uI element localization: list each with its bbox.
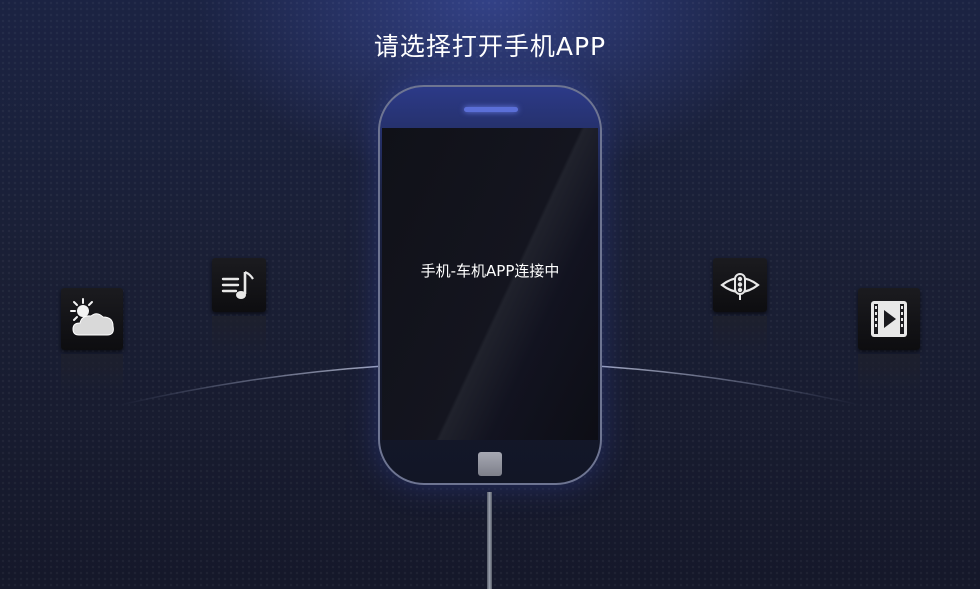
video-app-button[interactable] <box>858 288 920 350</box>
weather-icon <box>70 298 114 336</box>
phone-home-button <box>478 452 502 476</box>
navigation-app-button[interactable] <box>713 258 767 312</box>
phone-cable <box>487 492 492 589</box>
music-app-button[interactable] <box>212 258 266 312</box>
weather-app-reflection <box>61 354 123 394</box>
navigation-app-reflection <box>713 316 767 356</box>
video-play-icon <box>871 301 907 337</box>
phone-speaker <box>464 107 518 112</box>
weather-app-button[interactable] <box>61 288 123 350</box>
phone-screen: 手机-车机APP连接中 <box>382 128 598 440</box>
navigation-icon <box>720 273 760 300</box>
phone-illustration: 手机-车机APP连接中 <box>378 85 602 485</box>
connection-status-text: 手机-车机APP连接中 <box>420 262 560 280</box>
video-app-reflection <box>858 354 920 394</box>
music-app-reflection <box>212 316 266 356</box>
music-list-icon <box>221 270 254 299</box>
